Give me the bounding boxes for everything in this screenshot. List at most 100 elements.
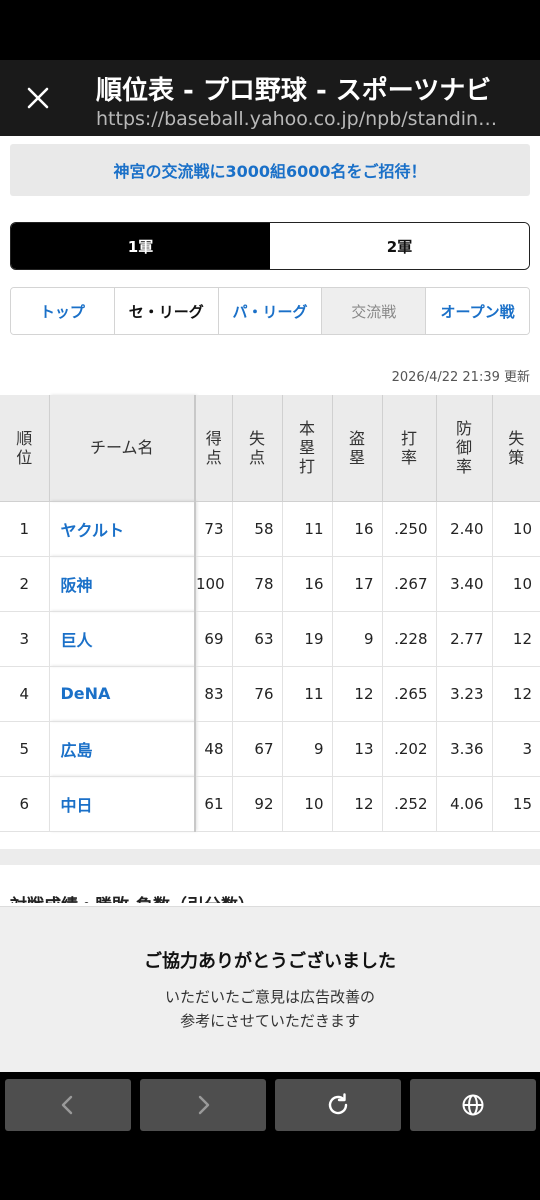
globe-button[interactable] (410, 1079, 536, 1131)
runs-allowed-cell: 58 (232, 501, 283, 557)
matchup-section-heading: 対戦成績・勝敗-負数（引分数） (10, 891, 255, 903)
tab-interleague: 交流戦 (322, 288, 427, 334)
feedback-message: いただいたご意見は広告改善の 参考にさせていただきます (0, 985, 540, 1033)
tab-pacific-league[interactable]: パ・リーグ (218, 288, 323, 334)
runs-cell: 48 (195, 721, 233, 777)
errors-cell: 15 (492, 776, 540, 832)
era-cell: 3.36 (436, 721, 493, 777)
home-runs-cell: 9 (282, 721, 333, 777)
runs-cell: 69 (195, 611, 233, 667)
era-cell: 2.77 (436, 611, 493, 667)
stolen-bases-cell: 16 (332, 501, 383, 557)
table-row: 3 巨人 69 63 19 9 .228 2.77 12 (0, 611, 540, 667)
batting-avg-cell: .265 (382, 666, 437, 722)
stolen-bases-cell: 12 (332, 776, 383, 832)
close-icon (27, 87, 49, 109)
rank-cell: 6 (0, 776, 50, 832)
runs-allowed-cell: 67 (232, 721, 283, 777)
batting-avg-cell: .252 (382, 776, 437, 832)
batting-avg-cell: .267 (382, 556, 437, 612)
errors-cell: 12 (492, 611, 540, 667)
tab-second-squad[interactable]: 2軍 (270, 223, 529, 269)
page-url[interactable]: https://baseball.yahoo.co.jp/npb/standin… (96, 108, 506, 130)
promo-banner[interactable]: 神宮の交流戦に3000組6000名をご招待！ (10, 144, 530, 196)
col-stolen-bases: 盗塁 (332, 395, 383, 502)
rank-cell: 4 (0, 666, 50, 722)
rank-cell: 3 (0, 611, 50, 667)
forward-icon (198, 1095, 210, 1115)
runs-cell: 73 (195, 501, 233, 557)
col-home-runs: 本塁打 (282, 395, 333, 502)
errors-cell: 3 (492, 721, 540, 777)
home-runs-cell: 11 (282, 501, 333, 557)
tab-top[interactable]: トップ (11, 288, 115, 334)
batting-avg-cell: .250 (382, 501, 437, 557)
league-tabs: トップ セ・リーグ パ・リーグ 交流戦 オープン戦 (10, 287, 530, 335)
section-divider (0, 849, 540, 865)
col-era: 防御率 (436, 395, 493, 502)
table-row: 5 広島 48 67 9 13 .202 3.36 3 (0, 721, 540, 777)
standings-table: 順位 チーム名 得点 失点 本塁打 盗塁 打率 防御率 失策 1 ヤクルト 73… (0, 395, 540, 832)
updated-timestamp: 2026/4/22 21:39 更新 (391, 370, 530, 385)
browser-header: 順位表 - プロ野球 - スポーツナビ https://baseball.yah… (0, 60, 540, 136)
era-cell: 3.40 (436, 556, 493, 612)
forward-button[interactable] (140, 1079, 266, 1131)
table-row: 6 中日 61 92 10 12 .252 4.06 15 (0, 776, 540, 832)
close-button[interactable] (18, 78, 58, 118)
home-runs-cell: 19 (282, 611, 333, 667)
team-link[interactable]: 広島 (49, 721, 196, 777)
back-icon (61, 1095, 73, 1115)
stolen-bases-cell: 12 (332, 666, 383, 722)
team-link[interactable]: ヤクルト (49, 501, 196, 557)
rank-cell: 2 (0, 556, 50, 612)
reload-button[interactable] (275, 1079, 401, 1131)
era-cell: 3.23 (436, 666, 493, 722)
col-batting-avg: 打率 (382, 395, 437, 502)
home-runs-cell: 11 (282, 666, 333, 722)
batting-avg-cell: .202 (382, 721, 437, 777)
tab-open-games[interactable]: オープン戦 (426, 288, 529, 334)
errors-cell: 12 (492, 666, 540, 722)
era-cell: 4.06 (436, 776, 493, 832)
feedback-line-2: 参考にさせていただきます (180, 1012, 360, 1030)
table-header-row: 順位 チーム名 得点 失点 本塁打 盗塁 打率 防御率 失策 (0, 395, 540, 502)
reload-icon (328, 1093, 348, 1115)
bottom-navigation (0, 1072, 540, 1200)
runs-allowed-cell: 92 (232, 776, 283, 832)
team-link[interactable]: 中日 (49, 776, 196, 832)
back-button[interactable] (5, 1079, 131, 1131)
col-runs: 得点 (195, 395, 233, 502)
globe-icon (462, 1094, 484, 1116)
team-link[interactable]: DeNA (49, 666, 196, 722)
runs-cell: 83 (195, 666, 233, 722)
era-cell: 2.40 (436, 501, 493, 557)
tab-first-squad[interactable]: 1軍 (11, 223, 270, 269)
runs-cell: 61 (195, 776, 233, 832)
table-row: 1 ヤクルト 73 58 11 16 .250 2.40 10 (0, 501, 540, 557)
tab-central-league[interactable]: セ・リーグ (114, 288, 219, 334)
table-row: 2 阪神 100 78 16 17 .267 3.40 10 (0, 556, 540, 612)
team-link[interactable]: 阪神 (49, 556, 196, 612)
runs-cell: 100 (195, 556, 233, 612)
feedback-line-1: いただいたご意見は広告改善の (164, 988, 375, 1006)
table-row: 4 DeNA 83 76 11 12 .265 3.23 12 (0, 666, 540, 722)
col-rank: 順位 (0, 395, 50, 502)
col-team: チーム名 (49, 395, 196, 502)
stolen-bases-cell: 17 (332, 556, 383, 612)
rank-cell: 1 (0, 501, 50, 557)
feedback-title: ご協力ありがとうございました (144, 951, 396, 972)
runs-allowed-cell: 78 (232, 556, 283, 612)
home-runs-cell: 10 (282, 776, 333, 832)
rank-cell: 5 (0, 721, 50, 777)
page-content: 神宮の交流戦に3000組6000名をご招待！ 1軍 2軍 トップ セ・リーグ パ… (0, 136, 540, 1072)
runs-allowed-cell: 63 (232, 611, 283, 667)
team-link[interactable]: 巨人 (49, 611, 196, 667)
page-title: 順位表 - プロ野球 - スポーツナビ (96, 76, 492, 106)
batting-avg-cell: .228 (382, 611, 437, 667)
errors-cell: 10 (492, 556, 540, 612)
squad-toggle: 1軍 2軍 (10, 222, 530, 270)
stolen-bases-cell: 9 (332, 611, 383, 667)
runs-allowed-cell: 76 (232, 666, 283, 722)
home-runs-cell: 16 (282, 556, 333, 612)
col-errors: 失策 (492, 395, 540, 502)
